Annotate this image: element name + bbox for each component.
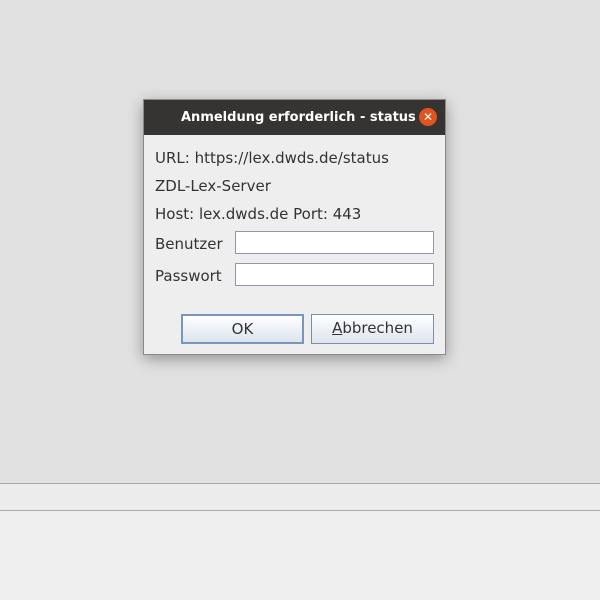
username-label: Benutzer <box>155 235 223 253</box>
desktop-background: Anmeldung erforderlich - status ✕ URL: h… <box>0 0 600 600</box>
host-text: Host: lex.dwds.de Port: 443 <box>155 205 362 223</box>
password-label: Passwort <box>155 267 222 285</box>
cancel-label-rest: bbrechen <box>342 319 413 337</box>
ok-button[interactable]: OK <box>181 314 304 344</box>
bottom-panel <box>0 511 600 600</box>
password-input[interactable] <box>235 263 434 286</box>
cancel-mnemonic: A <box>332 319 343 337</box>
login-dialog: Anmeldung erforderlich - status ✕ URL: h… <box>143 99 446 355</box>
url-text: URL: https://lex.dwds.de/status <box>155 149 389 167</box>
realm-text: ZDL-Lex-Server <box>155 177 271 195</box>
username-input[interactable] <box>235 231 434 254</box>
bottom-toolbar <box>0 483 600 511</box>
close-icon[interactable]: ✕ <box>419 108 437 126</box>
cancel-button[interactable]: Abbrechen <box>311 314 434 344</box>
dialog-title: Anmeldung erforderlich - status <box>181 110 416 125</box>
dialog-titlebar[interactable]: Anmeldung erforderlich - status ✕ <box>144 100 445 135</box>
